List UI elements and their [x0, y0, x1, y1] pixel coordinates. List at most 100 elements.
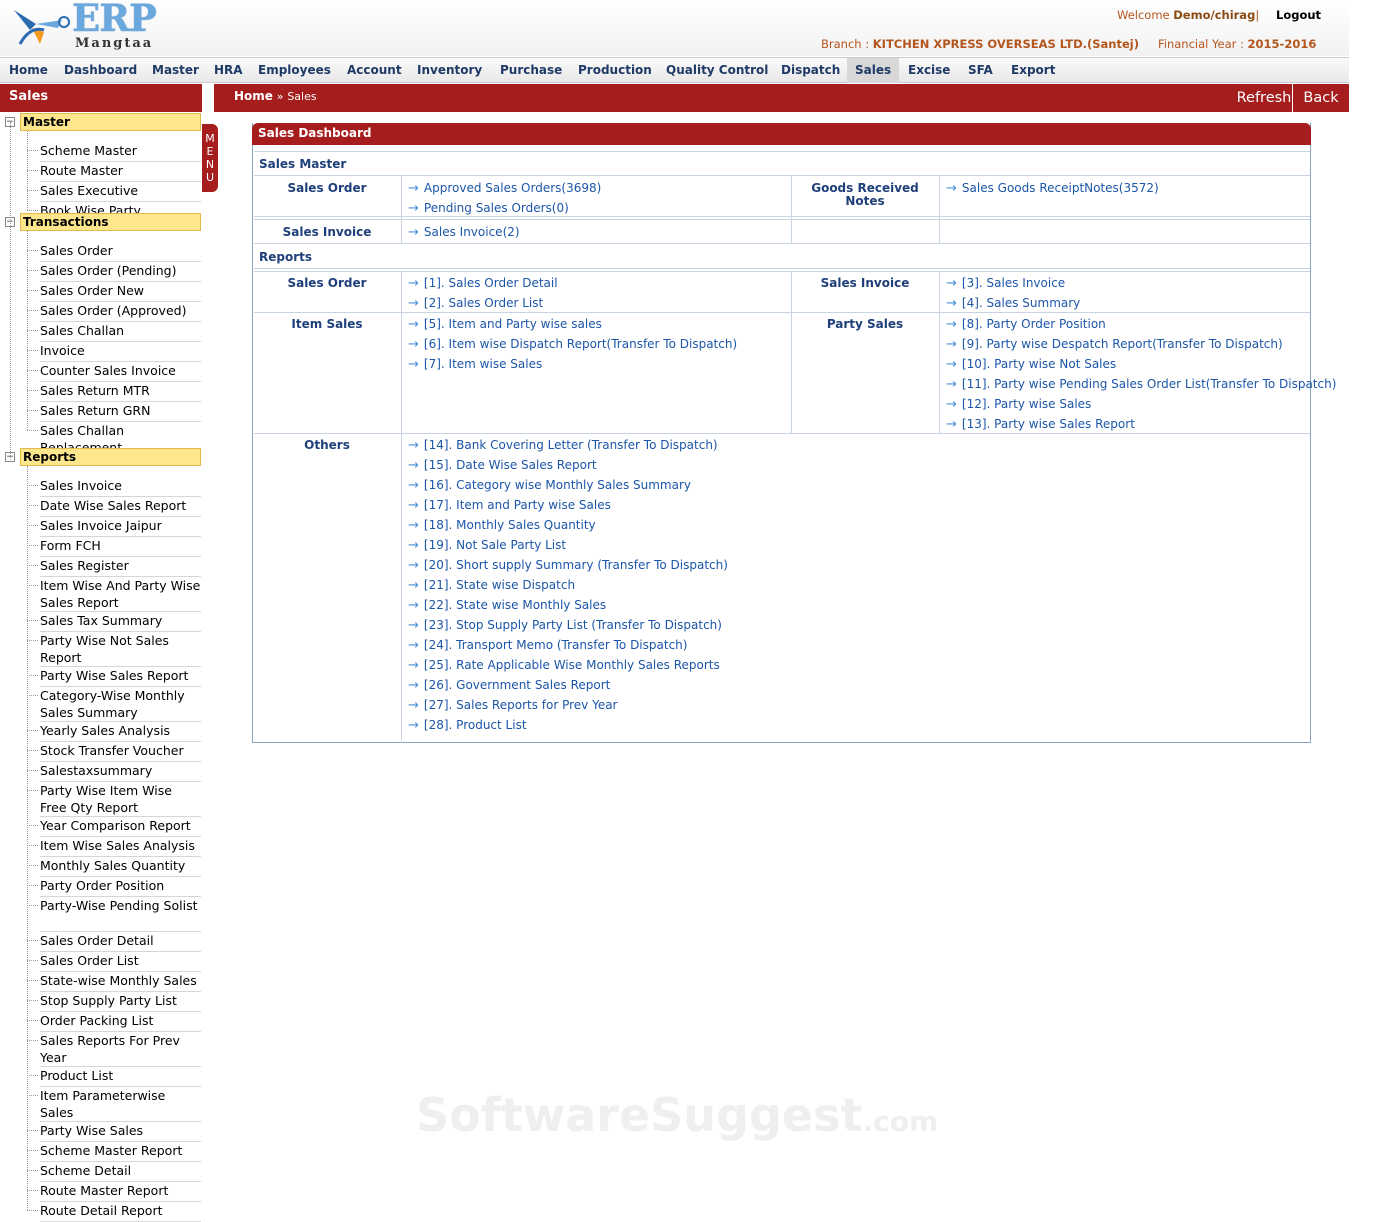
sidebar-item-scheme-master[interactable]: Scheme Master: [27, 142, 201, 162]
sidebar-item-scheme-detail[interactable]: Scheme Detail: [27, 1162, 201, 1182]
sidebar-item-party-wise-item-wise-free-qty-report[interactable]: Party Wise Item Wise Free Qty Report: [27, 782, 201, 817]
report-sales-order-link[interactable]: → [1]. Sales Order Detail: [408, 276, 558, 291]
sidebar-item-sales-executive[interactable]: Sales Executive: [27, 182, 201, 202]
report-sales-invoice-link[interactable]: → [3]. Sales Invoice: [946, 276, 1065, 291]
sidebar-item-route-detail-report[interactable]: Route Detail Report: [27, 1202, 201, 1222]
nav-account[interactable]: Account: [347, 58, 402, 83]
sidebar-item-party-wise-sales[interactable]: Party Wise Sales: [27, 1122, 201, 1142]
sidebar-item-form-fch[interactable]: Form FCH: [27, 537, 201, 557]
sidebar-item-state-wise-monthly-sales[interactable]: State-wise Monthly Sales: [27, 972, 201, 992]
link-sales-invoice[interactable]: → Sales Invoice(2): [408, 225, 520, 240]
report-others-link[interactable]: → [18]. Monthly Sales Quantity: [408, 518, 596, 533]
sidebar-item-category-wise-monthly-sales-summary[interactable]: Category-Wise Monthly Sales Summary: [27, 687, 201, 722]
report-party-sales-link[interactable]: → [12]. Party wise Sales: [946, 397, 1091, 412]
report-others-link[interactable]: → [23]. Stop Supply Party List (Transfer …: [408, 618, 722, 633]
nav-inventory[interactable]: Inventory: [417, 58, 482, 83]
sidebar-item-item-wise-sales-analysis[interactable]: Item Wise Sales Analysis: [27, 837, 201, 857]
sidebar-item-product-list[interactable]: Product List: [27, 1067, 201, 1087]
nav-home[interactable]: Home: [9, 58, 48, 83]
sidebar-item-party-wise-pending-solist[interactable]: Party-Wise Pending Solist: [27, 897, 201, 932]
nav-hra[interactable]: HRA: [214, 58, 243, 83]
report-item-sales-link[interactable]: → [7]. Item wise Sales: [408, 357, 542, 372]
sidebar-item-sales-invoice[interactable]: Sales Invoice: [27, 477, 201, 497]
nav-quality-control[interactable]: Quality Control: [666, 58, 768, 83]
report-others-link[interactable]: → [28]. Product List: [408, 718, 527, 733]
nav-dashboard[interactable]: Dashboard: [64, 58, 137, 83]
breadcrumb-home[interactable]: Home: [234, 89, 273, 103]
sidebar-item-yearly-sales-analysis[interactable]: Yearly Sales Analysis: [27, 722, 201, 742]
menu-toggle-tab[interactable]: MENU: [202, 124, 218, 192]
sidebar-item-sales-return-grn[interactable]: Sales Return GRN: [27, 402, 201, 422]
sidebar-item-stop-supply-party-list[interactable]: Stop Supply Party List: [27, 992, 201, 1012]
report-party-sales-link[interactable]: → [8]. Party Order Position: [946, 317, 1106, 332]
report-others-link[interactable]: → [19]. Not Sale Party List: [408, 538, 566, 553]
sidebar-item-sales-reports-for-prev-year[interactable]: Sales Reports For Prev Year: [27, 1032, 201, 1067]
sidebar-item-invoice[interactable]: Invoice: [27, 342, 201, 362]
nav-production[interactable]: Production: [578, 58, 652, 83]
report-others-link[interactable]: → [21]. State wise Dispatch: [408, 578, 575, 593]
report-item-sales-link[interactable]: → [5]. Item and Party wise sales: [408, 317, 602, 332]
nav-sales[interactable]: Sales: [847, 58, 900, 83]
back-button[interactable]: Back: [1292, 84, 1349, 112]
logout-link[interactable]: Logout: [1276, 8, 1321, 22]
link-sales-goods-receipt-notes[interactable]: → Sales Goods ReceiptNotes(3572): [946, 181, 1159, 196]
sidebar-item-monthly-sales-quantity[interactable]: Monthly Sales Quantity: [27, 857, 201, 877]
nav-master[interactable]: Master: [152, 58, 199, 83]
link-approved-sales-orders[interactable]: → Approved Sales Orders(3698): [408, 181, 601, 196]
report-sales-order-link[interactable]: → [2]. Sales Order List: [408, 296, 543, 311]
sidebar-item-salestaxsummary[interactable]: Salestaxsummary: [27, 762, 201, 782]
report-others-link[interactable]: → [20]. Short supply Summary (Transfer To…: [408, 558, 728, 573]
nav-employees[interactable]: Employees: [258, 58, 331, 83]
sidebar-item-date-wise-sales-report[interactable]: Date Wise Sales Report: [27, 497, 201, 517]
sidebar-item-order-packing-list[interactable]: Order Packing List: [27, 1012, 201, 1032]
nav-purchase[interactable]: Purchase: [500, 58, 562, 83]
nav-excise[interactable]: Excise: [908, 58, 950, 83]
sidebar-item-year-comparison-report[interactable]: Year Comparison Report: [27, 817, 201, 837]
sidebar-item-sales-order[interactable]: Sales Order: [27, 242, 201, 262]
nav-export[interactable]: Export: [1011, 58, 1055, 83]
sidebar-item-item-parameterwise-sales[interactable]: Item Parameterwise Sales: [27, 1087, 201, 1122]
sidebar-item-sales-order-pending[interactable]: Sales Order (Pending): [27, 262, 201, 282]
report-party-sales-link[interactable]: → [10]. Party wise Not Sales: [946, 357, 1116, 372]
report-others-link[interactable]: → [25]. Rate Applicable Wise Monthly Sale…: [408, 658, 720, 673]
sidebar-item-sales-return-mtr[interactable]: Sales Return MTR: [27, 382, 201, 402]
report-party-sales-link[interactable]: → [11]. Party wise Pending Sales Order Li…: [946, 377, 1336, 392]
report-others-link[interactable]: → [16]. Category wise Monthly Sales Summa…: [408, 478, 691, 493]
report-item-sales-link[interactable]: → [6]. Item wise Dispatch Report(Transfer…: [408, 337, 737, 352]
sidebar-item-sales-tax-summary[interactable]: Sales Tax Summary: [27, 612, 201, 632]
sidebar-item-party-wise-sales-report[interactable]: Party Wise Sales Report: [27, 667, 201, 687]
sidebar-item-route-master[interactable]: Route Master: [27, 162, 201, 182]
sidebar-item-sales-order-approved[interactable]: Sales Order (Approved): [27, 302, 201, 322]
report-party-sales-link[interactable]: → [9]. Party wise Despatch Report(Transfe…: [946, 337, 1283, 352]
group-master[interactable]: Master: [20, 113, 201, 131]
report-others-link[interactable]: → [14]. Bank Covering Letter (Transfer To…: [408, 438, 718, 453]
report-others-link[interactable]: → [26]. Government Sales Report: [408, 678, 610, 693]
report-others-link[interactable]: → [15]. Date Wise Sales Report: [408, 458, 597, 473]
report-others-link[interactable]: → [22]. State wise Monthly Sales: [408, 598, 606, 613]
report-others-link[interactable]: → [27]. Sales Reports for Prev Year: [408, 698, 617, 713]
group-transactions[interactable]: Transactions: [20, 213, 201, 231]
group-reports[interactable]: Reports: [20, 448, 201, 466]
sidebar-item-sales-order-new[interactable]: Sales Order New: [27, 282, 201, 302]
sidebar-item-sales-register[interactable]: Sales Register: [27, 557, 201, 577]
report-others-link[interactable]: → [24]. Transport Memo (Transfer To Dispa…: [408, 638, 687, 653]
sidebar-item-sales-order-list[interactable]: Sales Order List: [27, 952, 201, 972]
sidebar-item-stock-transfer-voucher[interactable]: Stock Transfer Voucher: [27, 742, 201, 762]
sidebar-item-route-master-report[interactable]: Route Master Report: [27, 1182, 201, 1202]
arrow-right-icon: →: [946, 276, 957, 291]
sidebar-item-item-wise-and-party-wise-sales-report[interactable]: Item Wise And Party Wise Sales Report: [27, 577, 201, 612]
sidebar-item-counter-sales-invoice[interactable]: Counter Sales Invoice: [27, 362, 201, 382]
erp-logo[interactable]: ERP Mangtaa: [8, 0, 158, 54]
link-pending-sales-orders[interactable]: → Pending Sales Orders(0): [408, 201, 569, 216]
nav-dispatch[interactable]: Dispatch: [781, 58, 840, 83]
sidebar-item-party-wise-not-sales-report[interactable]: Party Wise Not Sales Report: [27, 632, 201, 667]
sidebar-item-party-order-position[interactable]: Party Order Position: [27, 877, 201, 897]
report-sales-invoice-link[interactable]: → [4]. Sales Summary: [946, 296, 1080, 311]
report-others-link[interactable]: → [17]. Item and Party wise Sales: [408, 498, 611, 513]
sidebar-item-sales-challan[interactable]: Sales Challan: [27, 322, 201, 342]
report-party-sales-link[interactable]: → [13]. Party wise Sales Report: [946, 417, 1135, 432]
sidebar-item-scheme-master-report[interactable]: Scheme Master Report: [27, 1142, 201, 1162]
nav-sfa[interactable]: SFA: [968, 58, 993, 83]
sidebar-item-sales-order-detail[interactable]: Sales Order Detail: [27, 932, 201, 952]
sidebar-item-sales-invoice-jaipur[interactable]: Sales Invoice Jaipur: [27, 517, 201, 537]
